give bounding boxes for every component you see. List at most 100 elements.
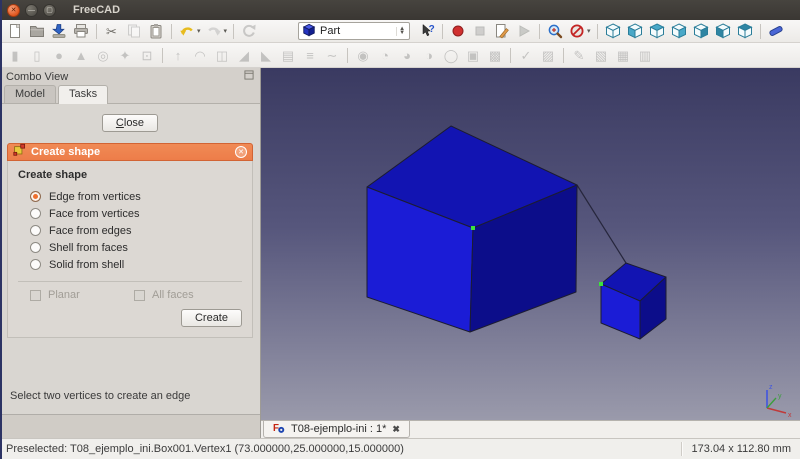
close-task-button[interactable]: Close: [102, 114, 158, 132]
document-tab[interactable]: F T08-ejemplo-ini : 1* ✖: [263, 421, 410, 438]
radio-indicator[interactable]: [30, 191, 41, 202]
undo-icon[interactable]: [177, 21, 197, 41]
part-revolve-icon[interactable]: ◠: [190, 45, 210, 65]
workbench-selector[interactable]: Part ▲▼: [298, 22, 410, 40]
redo-dropdown-arrow[interactable]: ▾: [224, 27, 228, 35]
paste-icon[interactable]: [146, 21, 166, 41]
whats-this-icon[interactable]: ?: [417, 21, 437, 41]
tab-tasks[interactable]: Tasks: [58, 85, 108, 104]
macro-record-icon[interactable]: [448, 21, 468, 41]
radio-shell-from-faces[interactable]: Shell from faces: [30, 239, 242, 256]
window-close-button[interactable]: ✕: [7, 4, 20, 17]
view-axonometric-icon[interactable]: [603, 21, 623, 41]
float-panel-icon[interactable]: [244, 70, 254, 83]
part-box-icon[interactable]: ▮: [5, 45, 25, 65]
part-refine-shape-icon[interactable]: ▥: [635, 45, 655, 65]
part-sphere-icon[interactable]: ●: [49, 45, 69, 65]
toolbar-separator: [563, 48, 564, 63]
part-union-icon[interactable]: ◕: [397, 45, 417, 65]
radio-indicator[interactable]: [30, 208, 41, 219]
macro-stop-icon[interactable]: [470, 21, 490, 41]
view-bottom-icon[interactable]: [713, 21, 733, 41]
undo-dropdown-arrow[interactable]: ▾: [197, 27, 201, 35]
fit-all-icon[interactable]: [545, 21, 565, 41]
macro-edit-icon[interactable]: [492, 21, 512, 41]
window-maximize-button[interactable]: ▢: [43, 4, 56, 17]
radio-indicator[interactable]: [30, 225, 41, 236]
toolbar-separator: [597, 24, 598, 39]
checkbox-indicator: [30, 290, 41, 301]
view-front-icon[interactable]: [625, 21, 645, 41]
selected-vertex-marker-large-cube[interactable]: [471, 226, 475, 230]
shape-builder-icon: [13, 143, 26, 161]
window-title: FreeCAD: [73, 4, 120, 16]
measure-icon[interactable]: [766, 21, 786, 41]
document-tab-close-icon[interactable]: ✖: [392, 424, 400, 435]
radio-indicator[interactable]: [30, 242, 41, 253]
radio-solid-from-shell[interactable]: Solid from shell: [30, 256, 242, 273]
part-sweep-icon[interactable]: ∼: [322, 45, 342, 65]
copy-icon[interactable]: [124, 21, 144, 41]
status-separator: [681, 442, 682, 456]
part-fillet-icon[interactable]: ◢: [234, 45, 254, 65]
new-file-icon[interactable]: [5, 21, 25, 41]
part-edit-attachment-icon[interactable]: ✎: [569, 45, 589, 65]
create-shape-taskbox: Create shape ✕ Create shape Edge from ve…: [7, 143, 253, 338]
toolbar-separator: [510, 48, 511, 63]
titlebar: ✕ — ▢ FreeCAD: [0, 0, 800, 20]
checkbox-indicator: [134, 290, 145, 301]
window-left-border: [0, 0, 2, 459]
part-extrude-icon[interactable]: ↑: [168, 45, 188, 65]
part-cylinder-icon[interactable]: ▯: [27, 45, 47, 65]
draw-style-dropdown-arrow[interactable]: ▾: [587, 27, 591, 35]
radio-edge-from-vertices[interactable]: Edge from vertices: [30, 188, 242, 205]
part-section-icon[interactable]: ◯: [441, 45, 461, 65]
part-check-geometry-icon[interactable]: ✓: [516, 45, 536, 65]
part-shape-builder-icon[interactable]: ⊡: [137, 45, 157, 65]
view-top-icon[interactable]: [647, 21, 667, 41]
part-cross-section-icon[interactable]: ▦: [613, 45, 633, 65]
3d-viewport[interactable]: z y x: [261, 68, 800, 420]
combo-view-panel: Combo View Model Tasks Close Create shap…: [0, 68, 261, 438]
checkbox-label: Planar: [48, 289, 80, 301]
refresh-icon[interactable]: [239, 21, 259, 41]
part-primitives-icon[interactable]: ✦: [115, 45, 135, 65]
radio-face-from-edges[interactable]: Face from edges: [30, 222, 242, 239]
part-loft-icon[interactable]: ≡: [300, 45, 320, 65]
open-file-icon[interactable]: [27, 21, 47, 41]
task-close-icon[interactable]: ✕: [235, 146, 247, 158]
part-common-icon[interactable]: ◑: [419, 45, 439, 65]
part-mirror-icon[interactable]: ◫: [212, 45, 232, 65]
part-torus-icon[interactable]: ◎: [93, 45, 113, 65]
created-edge-line[interactable]: [577, 185, 626, 263]
tasks-panel: Close Create shape ✕ Create shape Edge f…: [0, 104, 260, 415]
radio-face-from-vertices[interactable]: Face from vertices: [30, 205, 242, 222]
part-cone-icon[interactable]: ▲: [71, 45, 91, 65]
macro-play-icon[interactable]: [514, 21, 534, 41]
part-ruled-surface-icon[interactable]: ▤: [278, 45, 298, 65]
part-boolean-icon[interactable]: ◉: [353, 45, 373, 65]
window-minimize-button[interactable]: —: [25, 4, 38, 17]
workbench-selector-value: Part: [320, 25, 340, 37]
radio-indicator[interactable]: [30, 259, 41, 270]
workbench-selector-arrows[interactable]: ▲▼: [396, 27, 407, 36]
divider: [18, 281, 242, 282]
cut-icon[interactable]: ✂: [102, 21, 122, 41]
print-icon[interactable]: [71, 21, 91, 41]
create-button[interactable]: Create: [181, 309, 242, 327]
selected-vertex-marker-small-cube[interactable]: [599, 282, 603, 286]
tab-model[interactable]: Model: [4, 85, 56, 103]
part-box-selection-icon[interactable]: ▧: [591, 45, 611, 65]
part-workbench-icon: [302, 23, 316, 40]
part-cut-icon[interactable]: ◔: [375, 45, 395, 65]
redo-icon[interactable]: [204, 21, 224, 41]
view-rear-icon[interactable]: [691, 21, 711, 41]
part-defeaturing-icon[interactable]: ▨: [538, 45, 558, 65]
view-left-icon[interactable]: [735, 21, 755, 41]
draw-style-icon[interactable]: [567, 21, 587, 41]
part-compsolid-icon[interactable]: ▩: [485, 45, 505, 65]
view-right-icon[interactable]: [669, 21, 689, 41]
save-icon[interactable]: [49, 21, 69, 41]
part-compound-icon[interactable]: ▣: [463, 45, 483, 65]
part-chamfer-icon[interactable]: ◣: [256, 45, 276, 65]
